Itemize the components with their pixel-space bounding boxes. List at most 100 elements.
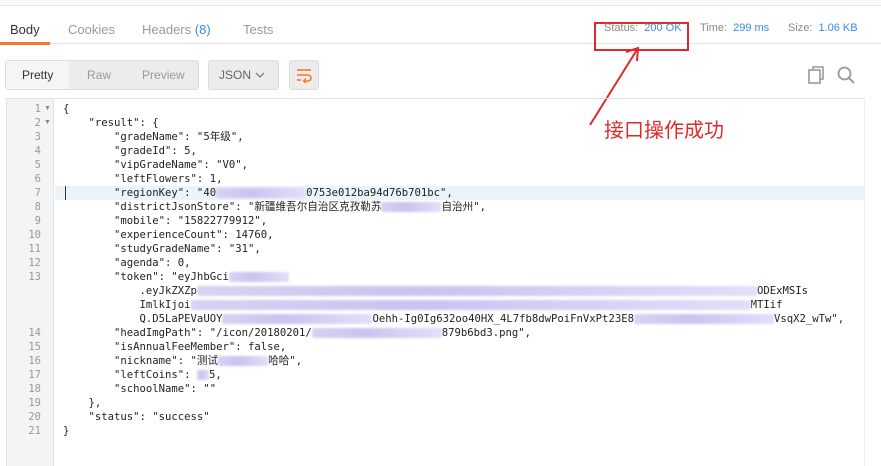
- code-text: {: [63, 103, 70, 115]
- view-raw-button[interactable]: Raw: [69, 61, 128, 89]
- code-text: Q.D5LaPEVaUOY: [63, 313, 223, 325]
- code-text: ImlkIjoi: [63, 299, 191, 311]
- code-text: "agenda": 0,: [63, 257, 191, 269]
- code-line: "districtJsonStore": "新疆维吾尔自治区克孜勒苏 自治州",: [63, 200, 486, 214]
- format-select[interactable]: JSON: [208, 60, 279, 90]
- code-line: }: [63, 424, 69, 438]
- code-text: }: [63, 425, 70, 437]
- redacted-text: [381, 202, 442, 212]
- fold-toggle-icon[interactable]: ▼: [44, 102, 52, 116]
- line-number: 9: [34, 215, 41, 227]
- line-number: [7, 312, 41, 326]
- status-label: Status:: [604, 22, 639, 34]
- line-number: 1: [34, 103, 41, 115]
- line-number: 13: [28, 271, 41, 283]
- line-number: 6: [34, 173, 41, 185]
- redacted-text: [218, 356, 269, 366]
- line-number: 14: [28, 327, 41, 339]
- code-text: Oehh-Ig0Ig632oo40HX_4L7fb8dwPoiFnVxPt23E…: [372, 313, 634, 325]
- tab-cookies[interactable]: Cookies: [68, 22, 115, 37]
- line-number: 15: [28, 341, 41, 353]
- fold-toggle-icon[interactable]: ▼: [44, 116, 52, 130]
- line-number: 19: [28, 397, 41, 409]
- code-line: "mobile": "15822779912",: [63, 214, 267, 228]
- redacted-text: [196, 286, 757, 296]
- redacted-text: [196, 370, 209, 380]
- copy-icon[interactable]: [806, 65, 826, 85]
- response-body-editor[interactable]: 1 ▼ 2 ▼ 3 4 5 6 7 8 9 10 11 12 13 14 15 16 17 18 19 20 21 { "r…: [6, 98, 865, 466]
- code-text: "vipGradeName": "V0",: [63, 159, 248, 171]
- response-tabs: Body Cookies Headers (8) Tests Status: 20…: [0, 8, 881, 51]
- editor-scrollbar[interactable]: [864, 98, 881, 466]
- code-text: "leftCoins":: [63, 369, 197, 381]
- code-text: "schoolName": "": [63, 383, 217, 395]
- line-number: 10: [28, 229, 41, 241]
- tab-tests[interactable]: Tests: [243, 22, 273, 37]
- code-text: 自治州",: [441, 201, 487, 213]
- redacted-text: [216, 188, 307, 198]
- line-number: 8: [34, 201, 41, 213]
- code-text: "districtJsonStore": "新疆维吾尔自治区克孜勒苏: [63, 201, 382, 213]
- code-line: "token": "eyJhbGci: [63, 270, 289, 284]
- tab-headers-label: Headers: [142, 22, 192, 37]
- code-line: .eyJkZXZp ODExMSIs: [63, 284, 808, 298]
- time-meta: Time: 299 ms: [700, 22, 769, 34]
- code-line: "experienceCount": 14760,: [63, 228, 273, 242]
- size-value: 1.06 KB: [818, 22, 858, 34]
- view-preview-button[interactable]: Preview: [129, 61, 198, 89]
- active-tab-indicator: [0, 42, 50, 45]
- status-value: 200 OK: [644, 22, 682, 34]
- format-select-value: JSON: [219, 68, 252, 82]
- code-line: "regionKey": "40 0753e012ba94d76b701bc",: [63, 186, 453, 200]
- code-line: "nickname": "测试 哈哈",: [63, 354, 302, 368]
- code-line: "status": "success": [63, 410, 210, 424]
- line-number-gutter: 1 ▼ 2 ▼ 3 4 5 6 7 8 9 10 11 12 13 14 15 16 17 18 19 20 21: [7, 99, 54, 466]
- tab-body[interactable]: Body: [10, 22, 40, 37]
- redacted-text: [190, 300, 751, 310]
- search-icon[interactable]: [836, 65, 856, 85]
- code-text: ODExMSIs: [756, 285, 808, 297]
- line-number: 7: [34, 187, 41, 199]
- line-number: 4: [34, 145, 41, 157]
- code-text: "result": {: [63, 117, 159, 129]
- code-text: MTIif: [750, 299, 783, 311]
- code-text: .eyJkZXZp: [63, 285, 197, 297]
- line-number: 11: [28, 243, 41, 255]
- code-line: "headImgPath": "/icon/20180201/879b6bd3.…: [63, 326, 531, 340]
- redacted-text: [633, 314, 774, 324]
- code-text: },: [63, 397, 102, 409]
- code-line: "gradeId": 5,: [63, 144, 197, 158]
- code-line: "gradeName": "5年级",: [63, 130, 244, 144]
- line-number: 5: [34, 159, 41, 171]
- code-line: "isAnnualFeeMember": false,: [63, 340, 286, 354]
- code-text: "experienceCount": 14760,: [63, 229, 274, 241]
- size-meta: Size: 1.06 KB: [788, 22, 858, 34]
- code-line: "studyGradeName": "31",: [63, 242, 261, 256]
- view-pretty-button[interactable]: Pretty: [6, 61, 70, 89]
- tab-headers[interactable]: Headers (8): [142, 22, 211, 37]
- redacted-text: [222, 314, 373, 324]
- code-line: },: [63, 396, 102, 410]
- redacted-text: [311, 328, 442, 338]
- size-label: Size:: [788, 22, 813, 34]
- response-toolbar: Pretty Raw Preview JSON: [0, 55, 881, 95]
- redacted-text: [228, 272, 289, 282]
- code-text: 879b6bd3.png",: [441, 327, 532, 339]
- line-number: 20: [28, 411, 41, 423]
- code-line: "agenda": 0,: [63, 256, 191, 270]
- code-text: "token": "eyJhbGci: [63, 271, 229, 283]
- code-text: "mobile": "15822779912",: [63, 215, 268, 227]
- code-text: "status": "success": [63, 411, 210, 423]
- code-line: "leftCoins": 5,: [63, 368, 222, 382]
- code-text: 5,: [208, 369, 222, 381]
- wrap-text-icon: [297, 69, 312, 83]
- wrap-lines-button[interactable]: [289, 60, 319, 90]
- line-number: 12: [28, 257, 41, 269]
- code-text: "studyGradeName": "31",: [63, 243, 261, 255]
- line-number: [7, 298, 41, 312]
- time-label: Time:: [700, 22, 728, 34]
- top-bar: [0, 0, 881, 6]
- code-line: "vipGradeName": "V0",: [63, 158, 248, 172]
- line-number: 17: [28, 369, 41, 381]
- code-text: "headImgPath": "/icon/20180201/: [63, 327, 312, 339]
